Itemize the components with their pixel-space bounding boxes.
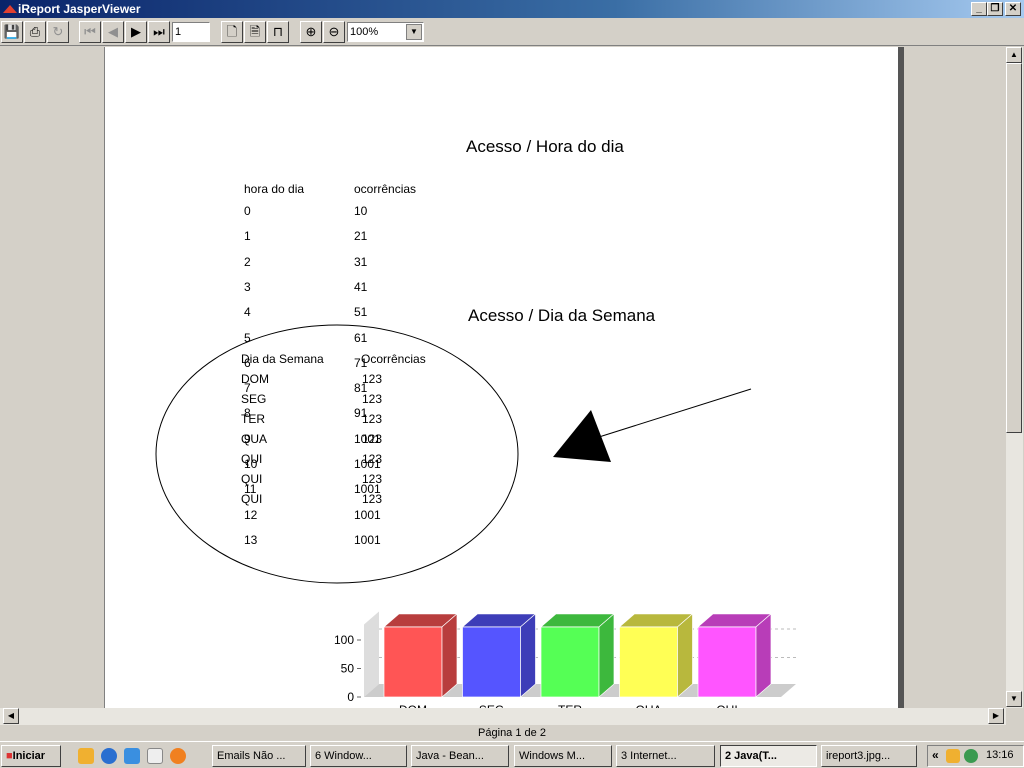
taskbar-button-label: Windows M... [519,750,586,762]
y-tick-label: 100 [334,633,354,647]
bar-side [598,613,615,698]
bar-side [441,613,458,698]
first-page-icon[interactable]: ⏮ [79,21,101,43]
vertical-scroll-thumb[interactable] [1006,63,1022,433]
taskbar-button-label: 6 Window... [315,750,372,762]
next-page-icon[interactable]: ▶ [125,21,147,43]
tray-user-icon[interactable] [964,749,978,763]
actual-size-icon[interactable]: 🗋 [221,21,243,43]
taskbar-button[interactable]: Emails Não ... [212,745,306,767]
horizontal-scrollbar[interactable]: ◀ ▶ [0,708,1006,725]
bar-front [540,626,600,698]
previous-page-icon[interactable]: ◀ [102,21,124,43]
taskbar-button[interactable]: Windows M... [514,745,612,767]
taskbar-button[interactable]: 6 Window... [310,745,407,767]
minimize-button[interactable]: _ [971,2,987,16]
bar-seg [461,613,537,698]
zoom-in-icon[interactable]: ⊕ [300,21,322,43]
bar-front [619,626,678,698]
taskbar-button-label: ireport3.jpg... [826,750,891,762]
outlook-icon[interactable] [124,748,140,764]
tray-expand-button[interactable]: « [932,748,939,762]
page-number-input[interactable]: 1 [172,22,210,42]
bar-dom [383,613,458,698]
scroll-left-icon[interactable]: ◀ [3,708,19,724]
report-viewer: Acesso / Hora do dia hora do dia ocorrênc… [0,47,1006,708]
zoom-out-icon[interactable]: ⊖ [323,21,345,43]
taskbar-button[interactable]: Java - Bean... [411,745,509,767]
chevron-down-icon[interactable]: ▼ [406,24,422,40]
zoom-value: 100% [350,26,379,38]
bar-side [755,613,772,698]
taskbar-button[interactable]: 3 Internet... [616,745,715,767]
bar-front [383,626,443,698]
scroll-down-icon[interactable]: ▼ [1006,691,1022,707]
clock: 13:16 [986,749,1014,761]
bar-side [677,613,693,698]
taskbar-button-label: 3 Internet... [621,750,677,762]
fit-page-icon[interactable]: 🗎 [244,21,266,43]
scroll-right-icon[interactable]: ▶ [988,708,1004,724]
scroll-up-icon[interactable]: ▲ [1006,47,1022,63]
start-button[interactable]: ■Iniciar [1,745,61,767]
bar-qui [697,613,772,698]
windows-logo-icon: ■ [6,750,13,762]
taskbar-button-label: Emails Não ... [217,750,286,762]
start-label: Iniciar [12,750,46,762]
maximize-button[interactable]: ❐ [987,2,1003,16]
app-icon [3,5,17,13]
y-tick-label: 0 [347,690,354,704]
bar-side [520,613,536,698]
page-shadow [898,47,904,708]
ie-icon[interactable] [101,748,117,764]
toolbar: 💾 ⎙ ↻ ⏮ ◀ ▶ ⏭ 1 🗋 🗎 ⊓ ⊕ ⊖ 100% ▼ [0,18,1024,46]
clock-app-icon[interactable] [78,748,94,764]
last-page-icon[interactable]: ⏭ [148,21,170,43]
reload-icon[interactable]: ↻ [47,21,69,43]
bar-front [462,626,521,698]
taskbar-button-label: 2 Java(T... [725,750,777,762]
taskbar-button[interactable]: ireport3.jpg... [821,745,917,767]
bar-chart: 050100DOMSEGTERQUAQUI [334,611,796,708]
taskbar-button[interactable]: 2 Java(T... [720,745,817,767]
title-bar: iReport JasperViewer [0,0,1024,18]
print-icon[interactable]: ⎙ [24,21,46,43]
media-player-icon[interactable] [170,748,186,764]
vertical-scrollbar[interactable]: ▲ ▼ [1006,47,1023,708]
system-tray: « 13:16 [927,745,1024,767]
bar-qua [618,613,694,698]
fit-width-icon[interactable]: ⊓ [267,21,289,43]
close-button[interactable]: ✕ [1005,2,1021,16]
chart-back-wall [364,611,379,697]
bar-ter [540,613,615,698]
window-title: iReport JasperViewer [18,2,141,16]
taskbar-button-label: Java - Bean... [416,750,484,762]
y-tick-label: 50 [341,662,355,676]
taskbar: ■Iniciar Emails Não ... 6 Window... Java -… [0,741,1024,768]
page-status: Página 1 de 2 [478,727,546,739]
tray-clock-icon[interactable] [946,749,960,763]
notepad-icon[interactable] [147,748,163,764]
bar-front [697,626,757,698]
zoom-select[interactable]: 100% ▼ [347,22,424,42]
save-icon[interactable]: 💾 [1,21,23,43]
report-page: Acesso / Hora do dia hora do dia ocorrênc… [104,47,898,708]
